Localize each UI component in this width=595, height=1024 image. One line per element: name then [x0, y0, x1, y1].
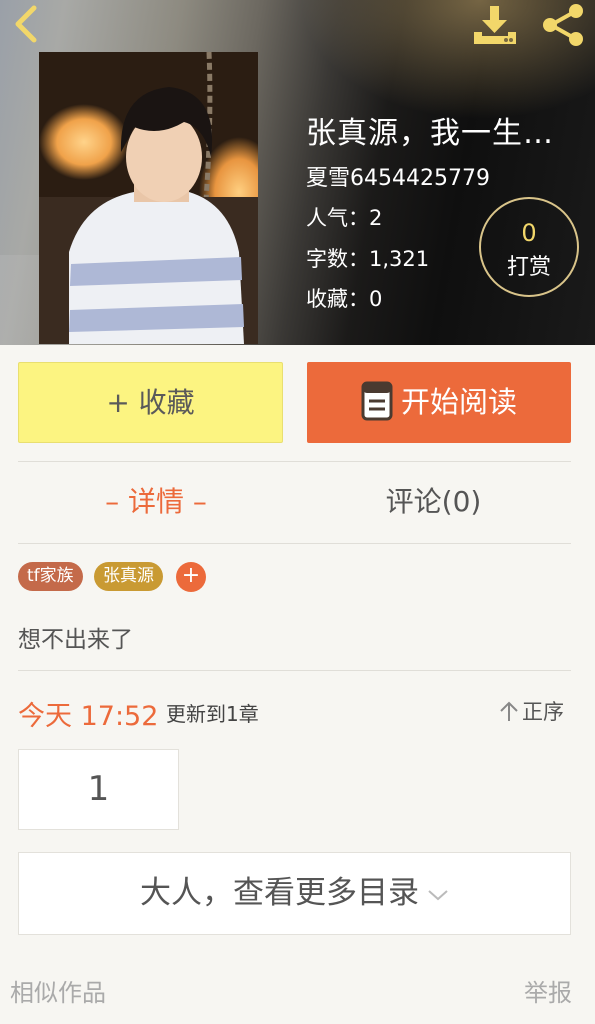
reward-button[interactable]: 0 打赏	[479, 197, 579, 297]
download-icon	[474, 6, 516, 44]
sort-order-label: 正序	[522, 700, 564, 724]
book-header: 张真源，我一生… 夏雪6454425779 人气：2 字数：1,321 收藏：0…	[0, 0, 595, 345]
chevron-down-icon	[428, 889, 448, 900]
add-favorite-button[interactable]: + 收藏	[18, 362, 283, 443]
book-description: 想不出来了	[18, 627, 133, 653]
tag-chip[interactable]: 张真源	[94, 562, 163, 591]
chevron-left-icon	[15, 5, 37, 43]
tag-chip[interactable]: tf家族	[18, 562, 83, 591]
arrow-up-icon	[500, 701, 518, 721]
tab-comments[interactable]: 评论(0)	[296, 480, 571, 520]
report-button[interactable]: 举报	[524, 973, 572, 1008]
reward-label: 打赏	[506, 255, 551, 280]
book-icon	[361, 381, 393, 421]
download-button[interactable]	[470, 2, 520, 48]
reward-count: 0	[521, 219, 537, 247]
book-title: 张真源，我一生…	[306, 116, 554, 151]
book-cover-image[interactable]	[39, 52, 258, 344]
favorites-stat: 收藏：0	[306, 287, 383, 311]
sort-order-button[interactable]: 正序	[498, 696, 564, 726]
popularity-stat: 人气：2	[306, 206, 383, 230]
share-icon	[543, 4, 583, 46]
add-tag-button[interactable]: +	[176, 562, 206, 592]
chapter-item[interactable]: 1	[18, 749, 179, 830]
update-time: 今天 17:52	[18, 701, 159, 732]
back-button[interactable]	[6, 2, 46, 46]
divider	[18, 543, 571, 544]
more-chapters-button[interactable]: 大人，查看更多目录	[18, 852, 571, 935]
start-reading-button[interactable]: 开始阅读	[307, 362, 571, 443]
word-count-stat: 字数：1,321	[306, 247, 430, 271]
start-reading-label: 开始阅读	[400, 385, 517, 419]
author-name[interactable]: 夏雪6454425779	[306, 160, 490, 192]
cover-illustration	[39, 52, 258, 344]
share-button[interactable]	[538, 2, 588, 48]
divider	[18, 670, 571, 671]
tab-details[interactable]: – 详情 –	[18, 480, 294, 520]
more-chapters-label: 大人，查看更多目录	[140, 875, 419, 911]
similar-works-label: 相似作品	[10, 979, 106, 1007]
divider	[18, 461, 571, 462]
update-status: 更新到1章	[166, 702, 259, 726]
